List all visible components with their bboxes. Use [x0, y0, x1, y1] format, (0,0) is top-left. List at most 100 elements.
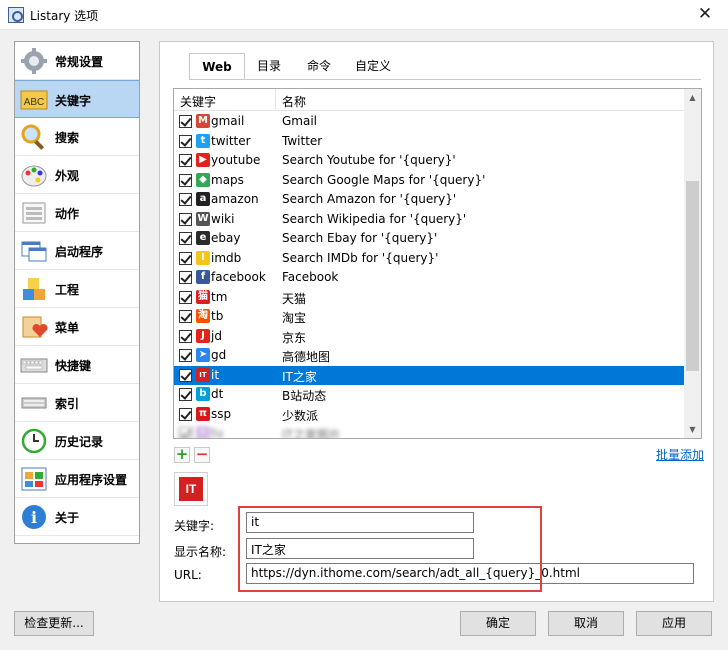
row-checkbox[interactable]	[179, 251, 192, 265]
tab-1[interactable]: Web	[189, 53, 245, 80]
wikipedia-icon: W	[196, 211, 210, 226]
list-item[interactable]: π ssp 少数派	[174, 405, 686, 425]
sidebar-item-2[interactable]: ABC 关键字	[15, 80, 139, 118]
app-settings-icon	[20, 465, 48, 493]
remove-button[interactable]: −	[194, 447, 210, 463]
ithome-icon: IT	[196, 367, 210, 382]
taobao-icon: 淘	[196, 309, 210, 323]
list-item[interactable]: Iimdb Search IMDb for '{query}'	[174, 249, 686, 269]
magnifier-icon	[20, 123, 48, 151]
list-item[interactable]: Wwiki Search Wikipedia for '{query}'	[174, 210, 686, 230]
sidebar: 常规设置 ABC 关键字搜索外观 动作 启动程序 工程 菜单 快捷键索引历史记录应用程序设置 i…	[14, 41, 140, 544]
scroll-up-arrow-icon[interactable]: ▲	[684, 89, 701, 106]
sidebar-item-4[interactable]: 外观	[15, 156, 139, 194]
index-icon	[20, 389, 48, 417]
sidebar-item-8[interactable]: 菜单	[15, 308, 139, 346]
sidebar-item-label: 索引	[55, 397, 80, 411]
add-button[interactable]: +	[174, 447, 190, 463]
highlight-box	[238, 506, 542, 592]
tab-3[interactable]: 命令	[295, 53, 343, 79]
list-item[interactable]: 猫 tm 天猫	[174, 288, 686, 308]
list-item[interactable]: e ebay Search Ebay for '{query}'	[174, 229, 686, 249]
row-checkbox[interactable]	[179, 212, 192, 226]
close-button[interactable]: ✕	[682, 0, 728, 30]
sidebar-item-label: 应用程序设置	[55, 473, 128, 487]
sidebar-item-label: 关键字	[55, 94, 92, 108]
abc-icon: ABC	[20, 86, 48, 114]
column-header-name[interactable]: 名称	[282, 93, 306, 110]
list-item[interactable]: ◆ maps Search Google Maps for '{query}'	[174, 171, 686, 191]
row-name: 高德地图	[282, 350, 331, 364]
sidebar-item-12[interactable]: 应用程序设置	[15, 460, 139, 498]
list-item[interactable]: a amazon Search Amazon for '{query}'	[174, 190, 686, 210]
column-separator[interactable]	[275, 89, 276, 111]
row-keyword: amazon	[211, 192, 259, 206]
row-checkbox[interactable]	[179, 310, 192, 323]
url-label: URL:	[174, 568, 202, 582]
row-checkbox[interactable]	[179, 271, 192, 284]
row-keyword: imdb	[211, 250, 242, 265]
row-checkbox[interactable]	[179, 154, 192, 167]
sidebar-item-7[interactable]: 工程	[15, 270, 139, 308]
sidebar-item-11[interactable]: 历史记录	[15, 422, 139, 460]
row-checkbox[interactable]	[179, 173, 192, 187]
title-bar: Listary 选项 ✕	[0, 0, 728, 30]
row-checkbox[interactable]	[179, 193, 192, 206]
sidebar-item-6[interactable]: 启动程序	[15, 232, 139, 270]
sidebar-item-label: 常规设置	[55, 55, 104, 69]
row-checkbox[interactable]	[179, 232, 192, 245]
sidebar-item-5[interactable]: 动作	[15, 194, 139, 232]
row-checkbox[interactable]	[179, 329, 192, 343]
scroll-down-arrow-icon[interactable]: ▼	[684, 421, 701, 438]
row-checkbox[interactable]	[179, 368, 192, 382]
row-name: 天猫	[282, 291, 307, 306]
cancel-button[interactable]: 取消	[548, 611, 624, 636]
sidebar-item-9[interactable]: 快捷键	[15, 346, 139, 384]
row-checkbox[interactable]	[179, 388, 192, 401]
ok-button[interactable]: 确定	[460, 611, 536, 636]
keyword-list[interactable]: 关键字 名称 Mgmail Gmail t twitter Twitter ▶ youtub…	[173, 88, 702, 439]
batch-add-link[interactable]: 批量添加	[656, 446, 704, 463]
jd-icon: J	[196, 328, 210, 343]
check-update-button[interactable]: 检查更新...	[14, 611, 94, 636]
row-checkbox[interactable]	[179, 349, 192, 362]
list-item[interactable]: • tu IT之家图片	[174, 424, 686, 438]
tmall-icon: 猫	[196, 289, 210, 304]
list-item[interactable]: 淘 tb 淘宝	[174, 307, 686, 327]
list-item[interactable]: IT it IT之家	[174, 365, 686, 385]
abc-text: ABC	[24, 97, 45, 108]
row-keyword: twitter	[211, 133, 251, 148]
row-checkbox[interactable]	[179, 134, 192, 148]
list-item[interactable]: ▶ youtube Search Youtube for '{query}'	[174, 151, 686, 171]
sidebar-item-1[interactable]: 常规设置	[15, 42, 139, 80]
vertical-scrollbar[interactable]: ▲ ▼	[684, 89, 701, 438]
sidebar-item-10[interactable]: 索引	[15, 384, 139, 422]
row-checkbox[interactable]	[179, 290, 192, 304]
row-checkbox[interactable]	[179, 115, 192, 128]
row-name: B站动态	[282, 389, 327, 403]
maps-icon: ◆	[196, 172, 210, 187]
list-item[interactable]: Jjd 京东	[174, 327, 686, 347]
list-item[interactable]: t twitter Twitter	[174, 132, 686, 152]
sidebar-item-13[interactable]: i 关于	[15, 498, 139, 536]
sspai-icon: π	[196, 406, 210, 421]
tab-4[interactable]: 自定义	[345, 53, 401, 79]
list-item[interactable]: f facebook Facebook	[174, 268, 686, 288]
row-name: Search IMDb for '{query}'	[282, 250, 439, 265]
sidebar-item-label: 搜索	[55, 131, 80, 145]
scrollbar-thumb[interactable]	[686, 181, 699, 371]
list-item[interactable]: b dt B站动态	[174, 385, 686, 405]
apply-button[interactable]: 应用	[636, 611, 712, 636]
list-item[interactable]: Mgmail Gmail	[174, 112, 686, 132]
tab-2[interactable]: 目录	[245, 53, 293, 79]
column-header-keyword[interactable]: 关键字	[180, 93, 216, 110]
row-name: 淘宝	[282, 311, 307, 325]
row-checkbox[interactable]	[179, 427, 192, 438]
listary-app-icon	[8, 7, 24, 23]
row-checkbox[interactable]	[179, 407, 192, 421]
sidebar-item-3[interactable]: 搜索	[15, 118, 139, 156]
row-name: 少数派	[282, 408, 319, 423]
list-item[interactable]: ➤ gd 高德地图	[174, 346, 686, 366]
icon-preview[interactable]: IT	[174, 472, 208, 506]
gear-icon	[20, 47, 48, 75]
